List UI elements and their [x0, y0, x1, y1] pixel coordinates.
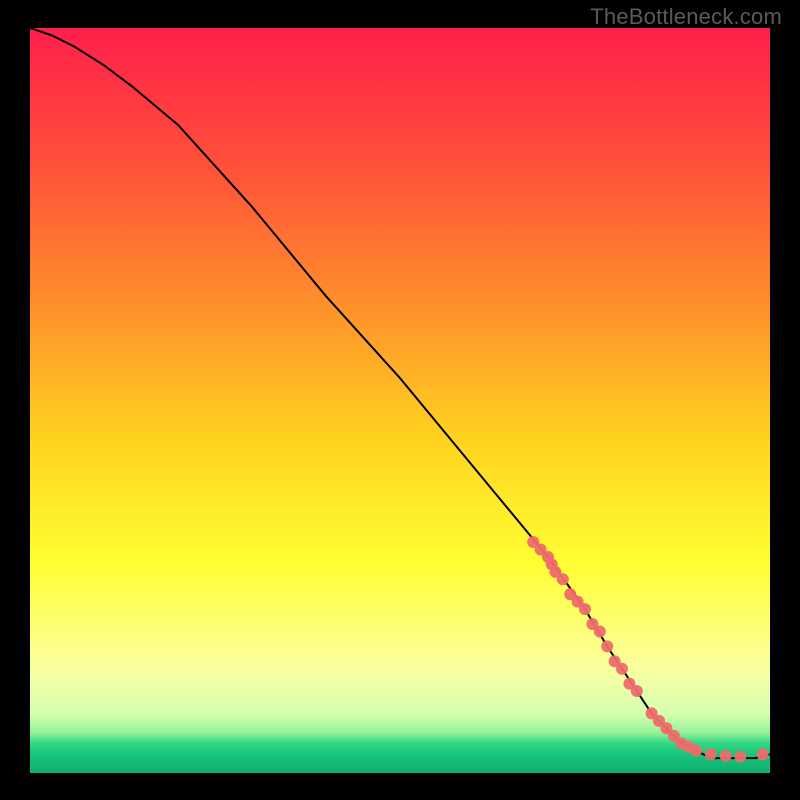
data-point [579, 603, 591, 615]
data-point [705, 748, 717, 760]
data-point [594, 626, 606, 638]
data-point [616, 663, 628, 675]
chart-stage: TheBottleneck.com [0, 0, 800, 800]
chart-background [30, 28, 770, 773]
data-point [690, 745, 702, 757]
data-point [734, 751, 746, 763]
data-point [601, 640, 613, 652]
bottleneck-chart [0, 0, 800, 800]
data-point [757, 748, 769, 760]
data-point [720, 750, 732, 762]
data-point [557, 573, 569, 585]
watermark-text: TheBottleneck.com [590, 4, 782, 30]
data-point [631, 685, 643, 697]
